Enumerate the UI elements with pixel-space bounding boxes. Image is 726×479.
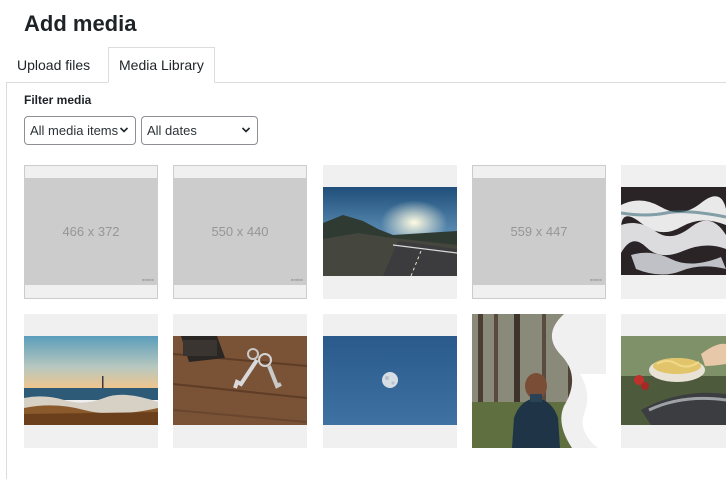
media-item-placeholder[interactable]: 559 x 447 ■■■■■	[472, 165, 606, 299]
media-item-photo-forest-person[interactable]	[472, 314, 606, 448]
media-item-photo-ocean-waves[interactable]	[621, 165, 726, 299]
forest-person-image	[472, 314, 606, 448]
placeholder-thumbnail: 550 x 440 ■■■■■	[173, 178, 307, 285]
placeholder-credit-mark: ■■■■■	[141, 277, 154, 282]
tab-upload-files[interactable]: Upload files	[7, 47, 100, 83]
placeholder-thumbnail: 559 x 447 ■■■■■	[472, 178, 606, 285]
placeholder-dimensions: 559 x 447	[510, 224, 568, 239]
filter-media-heading: Filter media	[24, 93, 92, 107]
media-item-photo-moon[interactable]	[323, 314, 457, 448]
lake-dusk-image	[24, 314, 158, 448]
media-item-photo-lake-dusk[interactable]	[24, 314, 158, 448]
tab-media-library[interactable]: Media Library	[108, 47, 215, 83]
modal-left-border	[6, 82, 7, 479]
media-item-placeholder[interactable]: 550 x 440 ■■■■■	[173, 165, 307, 299]
placeholder-thumbnail: 466 x 372 ■■■■■	[24, 178, 158, 285]
ocean-waves-image	[621, 165, 726, 299]
placeholder-credit-mark: ■■■■■	[290, 277, 303, 282]
page-title: Add media	[24, 11, 137, 36]
media-modal: Add media Upload files Media Library Fil…	[0, 0, 726, 479]
placeholder-credit-mark: ■■■■■	[589, 277, 602, 282]
road-sunset-image	[323, 165, 457, 299]
keys-wallet-image	[173, 314, 307, 448]
media-item-photo-road-sunset[interactable]	[323, 165, 457, 299]
chevron-down-icon	[120, 127, 128, 133]
chevron-down-icon	[242, 127, 250, 133]
media-date-select[interactable]: All dates	[141, 116, 258, 145]
media-item-placeholder[interactable]: 466 x 372 ■■■■■	[24, 165, 158, 299]
media-item-photo-cooking[interactable]	[621, 314, 726, 448]
media-item-photo-keys-wallet[interactable]	[173, 314, 307, 448]
placeholder-dimensions: 466 x 372	[62, 224, 120, 239]
placeholder-dimensions: 550 x 440	[211, 224, 269, 239]
media-type-select[interactable]: All media items	[24, 116, 136, 145]
media-type-value: All media items	[30, 123, 119, 138]
cooking-pasta-image	[621, 314, 726, 448]
moon-sky-image	[323, 314, 457, 448]
media-date-value: All dates	[147, 123, 197, 138]
